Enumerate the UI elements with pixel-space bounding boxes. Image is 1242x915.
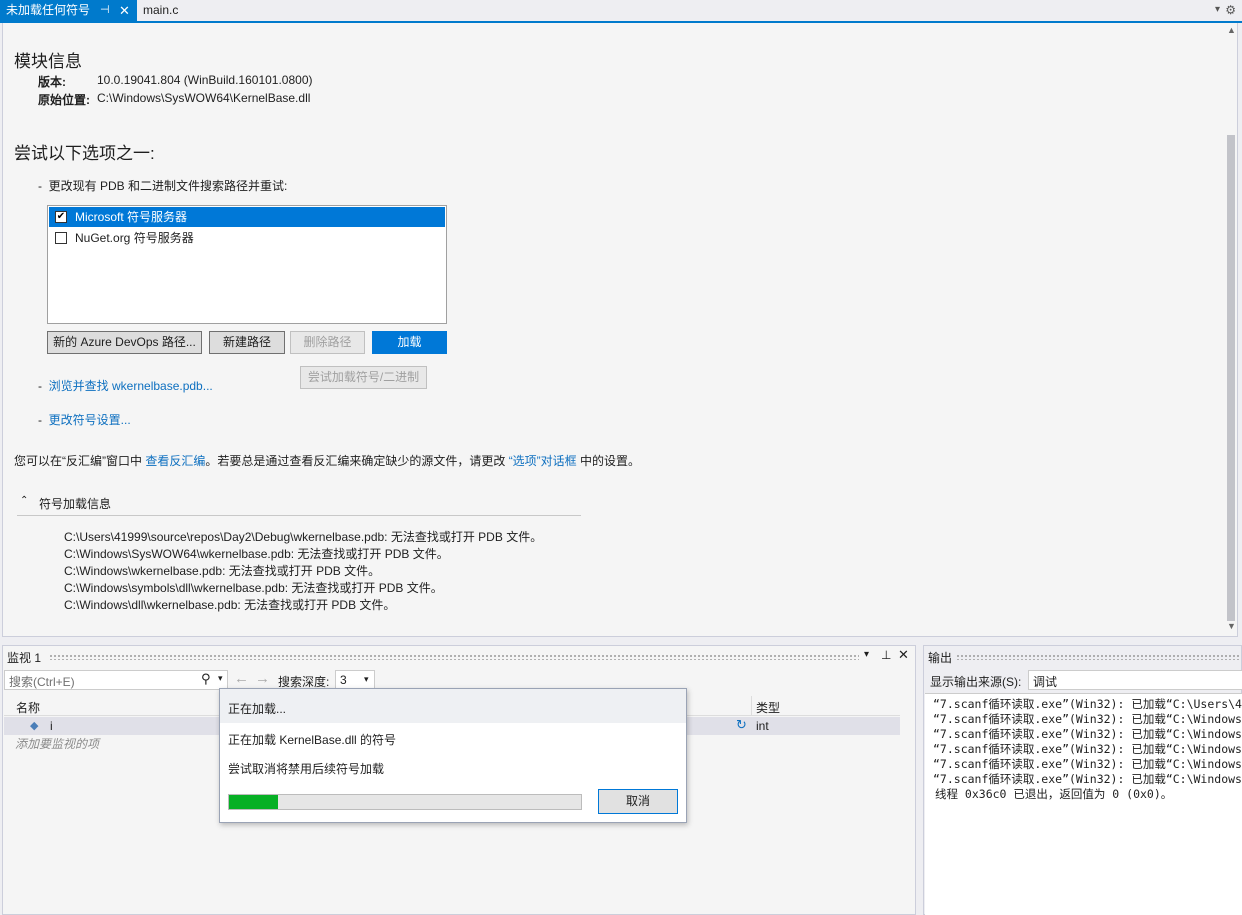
- search-icon[interactable]: ⚲: [201, 671, 211, 687]
- tab-label: main.c: [143, 3, 179, 17]
- loading-progress-bar: [228, 794, 582, 810]
- add-watch-hint[interactable]: 添加要监视的项: [15, 735, 99, 752]
- output-lines: “7.scanf循环读取.exe”(Win32): 已加载“C:\Users\4…: [933, 697, 1242, 802]
- dialog-title: 正在加载...: [228, 702, 287, 716]
- symbol-server-list[interactable]: ✔ Microsoft 符号服务器 NuGet.org 符号服务器: [47, 205, 447, 324]
- symbol-load-info-title: 符号加载信息: [39, 497, 112, 511]
- dialog-header: 正在加载...: [220, 689, 686, 723]
- tab-main-c[interactable]: main.c: [137, 0, 207, 21]
- output-source-value: 调试: [1033, 675, 1058, 689]
- options-title: 尝试以下选项之一:: [14, 144, 155, 163]
- load-button[interactable]: 加载: [372, 331, 447, 354]
- tab-dropdown-icon[interactable]: ▾: [1215, 4, 1220, 15]
- list-item-microsoft[interactable]: ✔ Microsoft 符号服务器: [49, 207, 445, 227]
- output-line: “7.scanf循环读取.exe”(Win32): 已加载“C:\Windows…: [933, 742, 1242, 756]
- gear-icon[interactable]: ⚙: [1225, 3, 1236, 17]
- browse-link[interactable]: 浏览并查找 wkernelbase.pdb...: [49, 379, 213, 393]
- progress-fill: [229, 795, 278, 809]
- panel-grip[interactable]: [49, 654, 859, 660]
- checkbox-microsoft[interactable]: ✔: [55, 211, 67, 223]
- output-line: “7.scanf循环读取.exe”(Win32): 已加载“C:\Windows…: [933, 712, 1242, 726]
- disassembly-note: 您可以在“反汇编”窗口中 查看反汇编。若要总是通过查看反汇编来确定缺少的源文件，…: [14, 452, 640, 469]
- cancel-button[interactable]: 取消: [598, 789, 678, 814]
- tab-label: 未加载任何符号: [6, 3, 91, 17]
- try-load-symbols-button[interactable]: 尝试加载符号/二进制: [300, 366, 427, 389]
- bullet-settings: - 更改符号设置...: [38, 413, 131, 427]
- document-scrollbar[interactable]: ▲ ▼: [1224, 23, 1238, 637]
- tab-no-symbols-loaded[interactable]: 未加载任何符号 ⊣ ✕: [0, 0, 137, 21]
- chevron-down-icon[interactable]: ▾: [364, 674, 369, 685]
- search-depth-select[interactable]: 3 ▾: [335, 670, 375, 689]
- dialog-loading-text: 正在加载 KernelBase.dll 的符号: [228, 733, 397, 747]
- symbol-load-info-header[interactable]: ⌃ 符号加载信息: [17, 495, 581, 516]
- output-panel: 输出 显示输出来源(S): 调试 “7.scanf循环读取.exe”(Win32…: [923, 645, 1242, 915]
- checkbox-nuget[interactable]: [55, 232, 67, 244]
- output-source-select[interactable]: 调试: [1028, 670, 1242, 690]
- close-icon[interactable]: ✕: [898, 647, 909, 663]
- new-azure-devops-path-button[interactable]: 新的 Azure DevOps 路径...: [47, 331, 202, 354]
- symbol-load-line: C:\Windows\dll\wkernelbase.pdb: 无法查找或打开 …: [64, 598, 396, 612]
- search-forward-icon[interactable]: →: [255, 670, 270, 687]
- symbol-load-line: C:\Users\41999\source\repos\Day2\Debug\w…: [64, 530, 543, 544]
- watch-search-input[interactable]: 搜索(Ctrl+E) ⚲ ▾: [4, 670, 228, 690]
- list-item-label: Microsoft 符号服务器: [75, 210, 188, 224]
- search-depth-value: 3: [340, 673, 347, 687]
- output-line: 线程 0x36c0 已退出，返回值为 0 (0x0)。: [935, 787, 1173, 801]
- version-label: 版本:: [38, 75, 66, 89]
- column-name-header[interactable]: 名称: [16, 699, 40, 716]
- scroll-thumb[interactable]: [1227, 135, 1235, 621]
- search-placeholder: 搜索(Ctrl+E): [9, 675, 75, 689]
- new-path-button[interactable]: 新建路径: [209, 331, 285, 354]
- variable-icon: ◆: [30, 720, 39, 732]
- column-type-header[interactable]: 类型: [756, 699, 780, 716]
- scroll-up-icon[interactable]: ▲: [1227, 25, 1236, 35]
- output-panel-title: 输出: [928, 651, 953, 665]
- module-info-title: 模块信息: [14, 52, 82, 71]
- close-icon[interactable]: ✕: [119, 0, 130, 21]
- symbol-load-lines: C:\Users\41999\source\repos\Day2\Debug\w…: [64, 529, 542, 614]
- view-disassembly-link[interactable]: 查看反汇编: [145, 454, 205, 468]
- scroll-down-icon[interactable]: ▼: [1227, 621, 1236, 631]
- symbol-load-line: C:\Windows\SysWOW64\wkernelbase.pdb: 无法查…: [64, 547, 449, 561]
- note-prefix: 您可以在“反汇编”窗口中: [14, 454, 146, 468]
- panel-grip[interactable]: [956, 654, 1240, 660]
- symbol-settings-link[interactable]: 更改符号设置...: [49, 413, 131, 427]
- bullet-browse: - 浏览并查找 wkernelbase.pdb...: [38, 379, 213, 393]
- list-item-label: NuGet.org 符号服务器: [75, 231, 194, 245]
- collapse-chevron-icon[interactable]: ⌃: [20, 495, 28, 506]
- options-dialog-link[interactable]: “选项”对话框: [509, 454, 577, 468]
- output-line: “7.scanf循环读取.exe”(Win32): 已加载“C:\Windows…: [933, 772, 1242, 786]
- output-line: “7.scanf循环读取.exe”(Win32): 已加载“C:\Windows…: [933, 727, 1242, 741]
- search-back-icon[interactable]: ←: [234, 670, 249, 687]
- note-middle: 。若要总是通过查看反汇编来确定缺少的源文件，请更改: [205, 454, 509, 468]
- document-tab-bar: 未加载任何符号 ⊣ ✕ main.c ▾ ⚙: [0, 0, 1242, 23]
- delete-path-button[interactable]: 删除路径: [290, 331, 365, 354]
- pin-icon[interactable]: ⊥: [881, 648, 891, 662]
- bullet-text: 更改现有 PDB 和二进制文件搜索路径并重试:: [48, 179, 288, 193]
- watch-row-type: int: [756, 719, 769, 733]
- output-source-label: 显示输出来源(S):: [930, 675, 1022, 689]
- location-label: 原始位置:: [38, 93, 90, 107]
- pin-icon[interactable]: ⊣: [100, 0, 110, 21]
- watch-row-name: i: [50, 719, 53, 733]
- note-suffix: 中的设置。: [576, 454, 641, 468]
- list-item-nuget[interactable]: NuGet.org 符号服务器: [49, 228, 445, 248]
- loading-symbols-dialog: 正在加载... 正在加载 KernelBase.dll 的符号 尝试取消将禁用后…: [219, 688, 687, 823]
- output-line: “7.scanf循环读取.exe”(Win32): 已加载“C:\Users\4…: [933, 697, 1242, 711]
- watch-panel-title: 监视 1: [7, 651, 42, 665]
- version-value: 10.0.19041.804 (WinBuild.160101.0800): [97, 73, 313, 87]
- output-text-area[interactable]: “7.scanf循环读取.exe”(Win32): 已加载“C:\Users\4…: [925, 693, 1242, 915]
- refresh-icon[interactable]: ↻: [736, 717, 747, 733]
- search-options-icon[interactable]: ▾: [218, 673, 223, 684]
- bullet-change-paths: - 更改现有 PDB 和二进制文件搜索路径并重试:: [38, 179, 288, 193]
- panel-dropdown-icon[interactable]: ▾: [864, 649, 869, 660]
- location-value: C:\Windows\SysWOW64\KernelBase.dll: [97, 91, 311, 105]
- output-line: “7.scanf循环读取.exe”(Win32): 已加载“C:\Windows…: [933, 757, 1242, 771]
- dialog-cancel-warning: 尝试取消将禁用后续符号加载: [228, 762, 385, 776]
- symbol-load-line: C:\Windows\wkernelbase.pdb: 无法查找或打开 PDB …: [64, 564, 381, 578]
- column-divider[interactable]: [751, 696, 752, 716]
- symbol-load-line: C:\Windows\symbols\dll\wkernelbase.pdb: …: [64, 581, 443, 595]
